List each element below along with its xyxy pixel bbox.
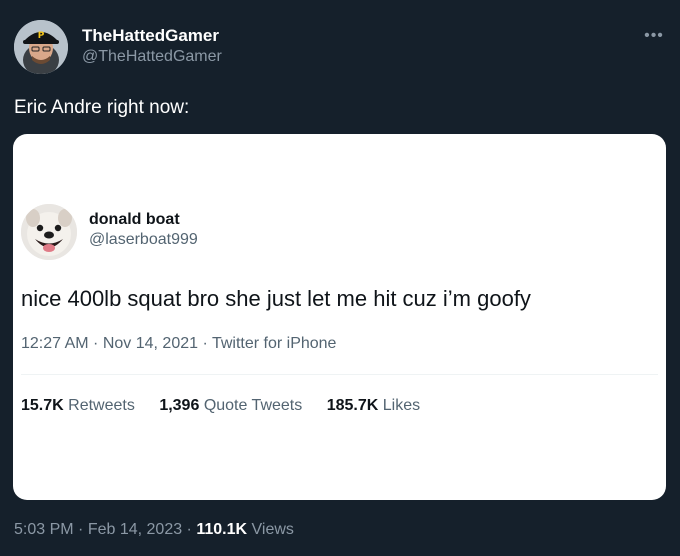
avatar-image: P (14, 20, 68, 74)
author-display-name[interactable]: TheHattedGamer (82, 26, 222, 46)
quote-tweets-stat[interactable]: 1,396 Quote Tweets (159, 396, 302, 416)
author-avatar[interactable]: P (14, 20, 68, 74)
likes-label: Likes (382, 397, 421, 414)
meta-separator: · (73, 521, 88, 538)
quoted-author-handle[interactable]: @laserboat999 (89, 230, 198, 250)
stats-divider (21, 374, 658, 375)
likes-stat[interactable]: 185.7K Likes (327, 396, 420, 416)
quoted-tweet-source[interactable]: Twitter for iPhone (212, 335, 337, 352)
quote-tweets-label: Quote Tweets (203, 397, 303, 414)
tweet-text: Eric Andre right now: (14, 97, 190, 118)
retweets-stat[interactable]: 15.7K Retweets (21, 396, 135, 416)
quoted-tweet-stats: 15.7K Retweets 1,396 Quote Tweets 185.7K… (21, 396, 440, 416)
quoted-author-display-name[interactable]: donald boat (89, 210, 198, 230)
quoted-author-avatar[interactable] (21, 204, 77, 260)
svg-text:P: P (38, 31, 45, 41)
views-count: 110.1K (196, 521, 248, 538)
tweet-meta: 5:03 PM · Feb 14, 2023 · 110.1K Views (14, 520, 294, 540)
quoted-tweet-text: nice 400lb squat bro she just let me hit… (21, 286, 531, 311)
retweets-count: 15.7K (21, 397, 64, 414)
meta-separator: · (182, 521, 197, 538)
views-label: Views (251, 521, 294, 538)
tweet-header: P TheHattedGamer @TheHattedGamer ••• (14, 20, 666, 80)
more-options-icon[interactable]: ••• (642, 28, 666, 44)
quoted-tweet-card[interactable]: donald boat @laserboat999 nice 400lb squ… (13, 134, 666, 500)
quoted-tweet-date[interactable]: Nov 14, 2021 (103, 335, 198, 352)
retweets-label: Retweets (68, 397, 135, 414)
likes-count: 185.7K (326, 397, 379, 414)
quote-tweets-count: 1,396 (159, 397, 200, 414)
author-info: TheHattedGamer @TheHattedGamer (82, 26, 222, 68)
dog-avatar-image (21, 204, 77, 260)
quoted-author-info: donald boat @laserboat999 (89, 210, 198, 250)
quoted-tweet-meta: 12:27 AM · Nov 14, 2021 · Twitter for iP… (21, 334, 336, 354)
meta-separator: · (198, 335, 212, 352)
tweet-time[interactable]: 5:03 PM (14, 521, 74, 538)
quoted-tweet-time[interactable]: 12:27 AM (21, 335, 89, 352)
tweet-date[interactable]: Feb 14, 2023 (88, 521, 182, 538)
author-handle[interactable]: @TheHattedGamer (82, 46, 222, 68)
meta-separator: · (88, 335, 103, 352)
